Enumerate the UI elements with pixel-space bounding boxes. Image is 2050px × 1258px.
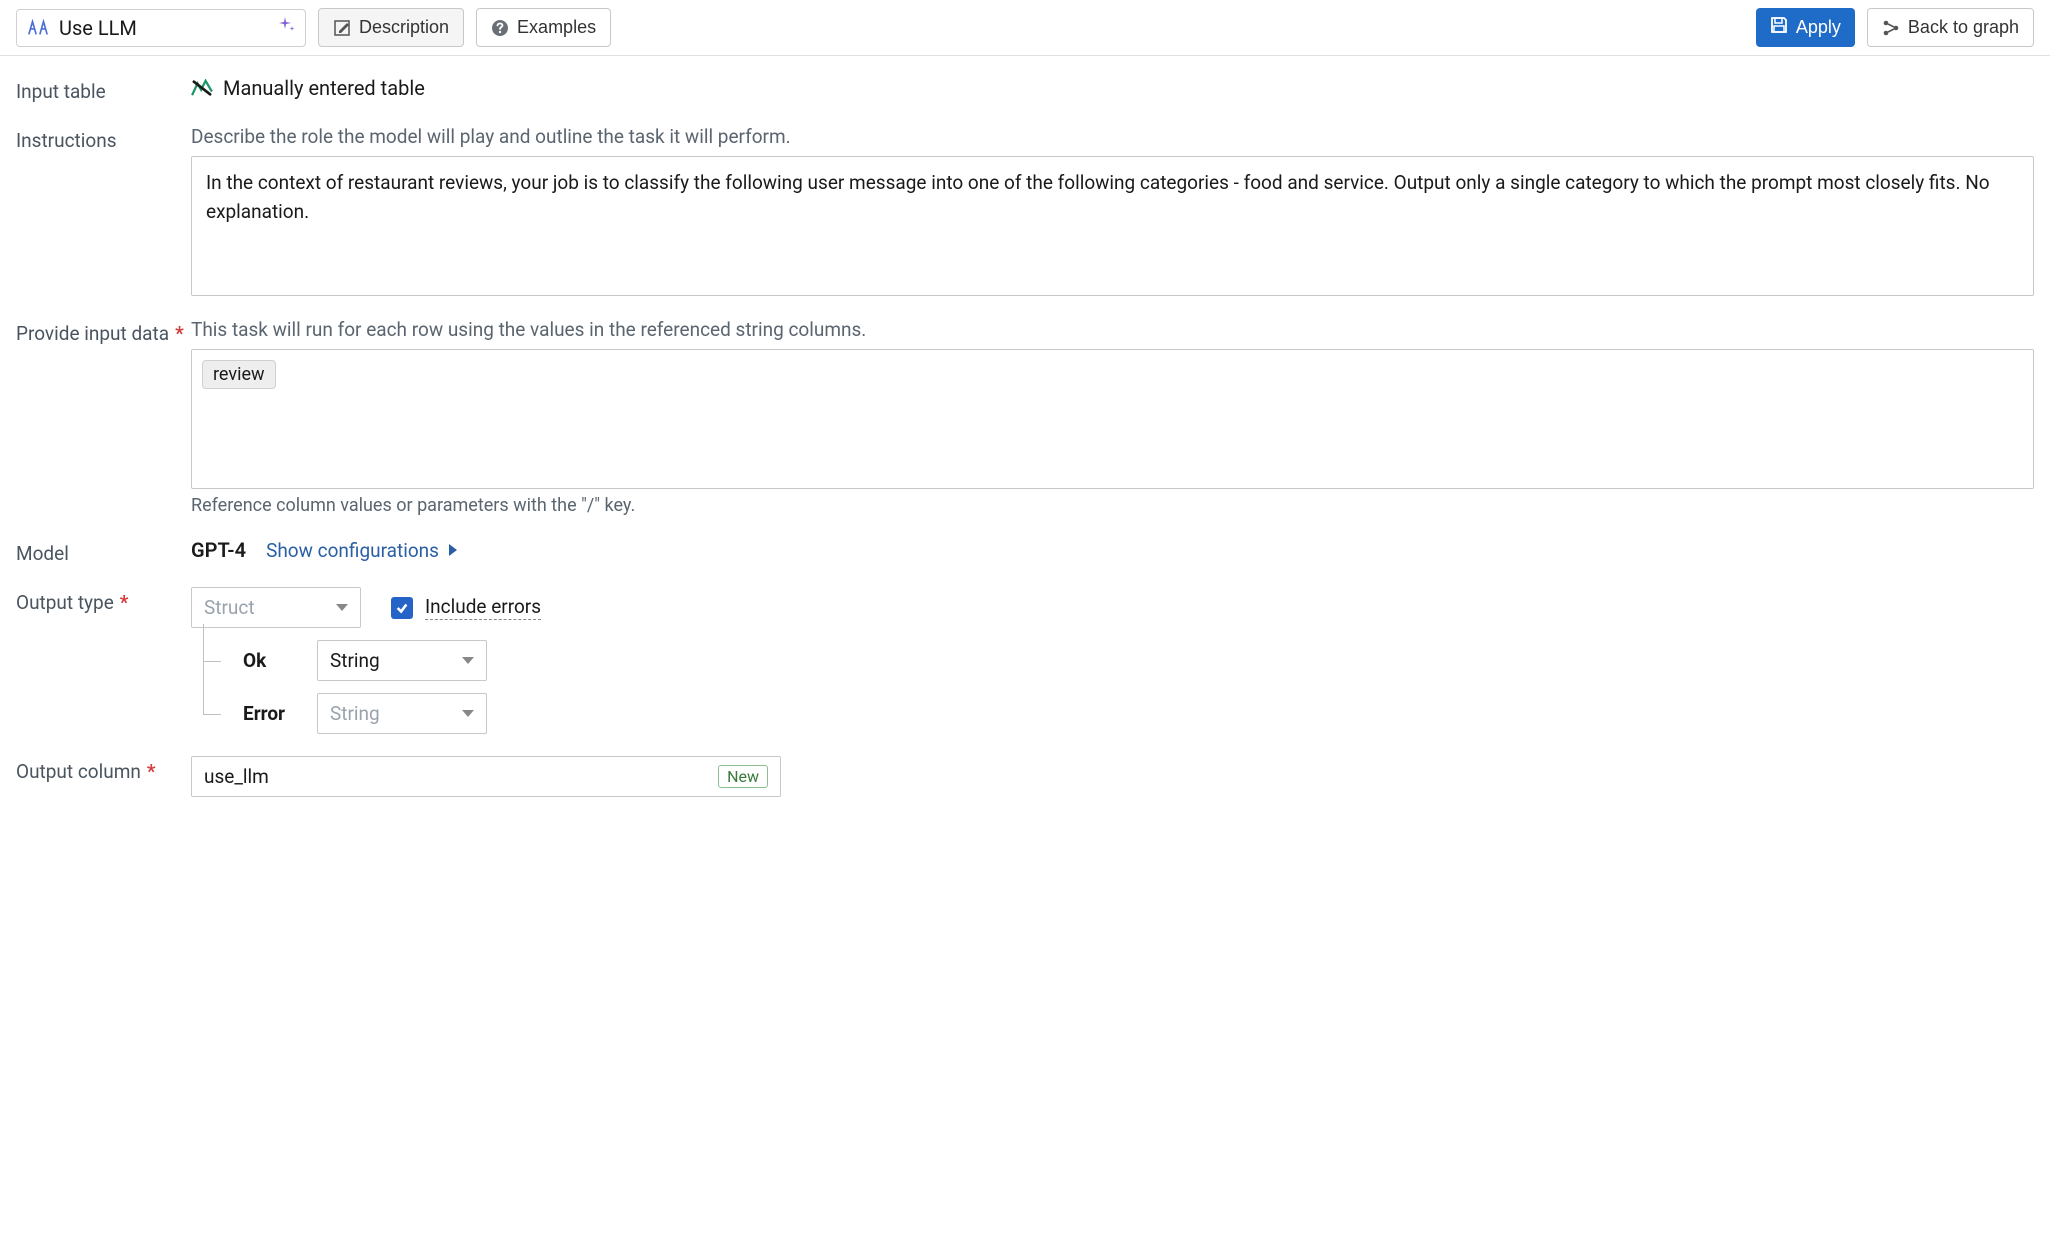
llm-icon <box>27 19 49 37</box>
tree-connector-icon <box>199 699 225 729</box>
show-configurations-link[interactable]: Show configurations <box>266 539 457 562</box>
tree-connector-icon <box>199 646 225 676</box>
help-icon <box>491 19 509 37</box>
description-button[interactable]: Description <box>318 8 464 47</box>
struct-error-type: String <box>330 702 380 725</box>
edit-icon <box>333 19 351 37</box>
instructions-description: Describe the role the model will play an… <box>191 125 2034 148</box>
table-icon <box>191 78 213 98</box>
apply-button[interactable]: Apply <box>1756 8 1855 47</box>
chevron-down-icon <box>336 604 348 611</box>
struct-error-type-select[interactable]: String <box>317 693 487 734</box>
required-indicator: * <box>120 591 129 614</box>
struct-error-key: Error <box>243 702 299 725</box>
output-column-label: Output column <box>16 760 141 783</box>
output-column-value: use_llm <box>204 765 269 788</box>
description-button-label: Description <box>359 17 449 38</box>
output-type-label: Output type <box>16 591 114 614</box>
sparkle-icon <box>279 17 295 38</box>
struct-ok-key: Ok <box>243 649 299 672</box>
struct-ok-type-select[interactable]: String <box>317 640 487 681</box>
graph-icon <box>1882 19 1900 37</box>
content: Input table Manually entered table Instr… <box>0 56 2050 839</box>
input-data-description: This task will run for each row using th… <box>191 318 2034 341</box>
output-type-select[interactable]: Struct <box>191 587 361 628</box>
include-errors-label[interactable]: Include errors <box>425 595 541 620</box>
input-table-value[interactable]: Manually entered table <box>191 76 2034 100</box>
back-to-graph-button[interactable]: Back to graph <box>1867 8 2034 47</box>
struct-tree: Ok String Error String <box>199 640 2034 734</box>
struct-ok-type: String <box>330 649 380 672</box>
show-configurations-label: Show configurations <box>266 539 439 562</box>
column-chip[interactable]: review <box>202 360 276 389</box>
node-title: Use LLM <box>59 16 137 40</box>
top-bar: Use LLM Description Examples <box>0 0 2050 56</box>
node-title-box[interactable]: Use LLM <box>16 9 306 47</box>
instructions-value: In the context of restaurant reviews, yo… <box>206 171 1990 223</box>
save-icon <box>1770 16 1788 39</box>
model-value: GPT-4 <box>191 538 246 562</box>
model-label: Model <box>16 538 191 565</box>
input-data-box[interactable]: review <box>191 349 2034 489</box>
back-to-graph-label: Back to graph <box>1908 17 2019 38</box>
input-table-label: Input table <box>16 76 191 103</box>
include-errors-checkbox[interactable] <box>391 597 413 619</box>
apply-button-label: Apply <box>1796 17 1841 38</box>
chevron-down-icon <box>462 657 474 664</box>
instructions-textarea[interactable]: In the context of restaurant reviews, yo… <box>191 156 2034 296</box>
examples-button-label: Examples <box>517 17 596 38</box>
output-column-input[interactable]: use_llm New <box>191 756 781 797</box>
instructions-label: Instructions <box>16 125 191 152</box>
input-data-hint: Reference column values or parameters wi… <box>191 495 2034 516</box>
new-badge: New <box>718 765 768 788</box>
input-data-label: Provide input data <box>16 322 169 345</box>
required-indicator: * <box>175 322 184 345</box>
required-indicator: * <box>147 760 156 783</box>
output-type-value: Struct <box>204 596 255 619</box>
input-table-name: Manually entered table <box>223 76 425 100</box>
chevron-down-icon <box>462 710 474 717</box>
examples-button[interactable]: Examples <box>476 8 611 47</box>
chevron-right-icon <box>449 544 457 556</box>
